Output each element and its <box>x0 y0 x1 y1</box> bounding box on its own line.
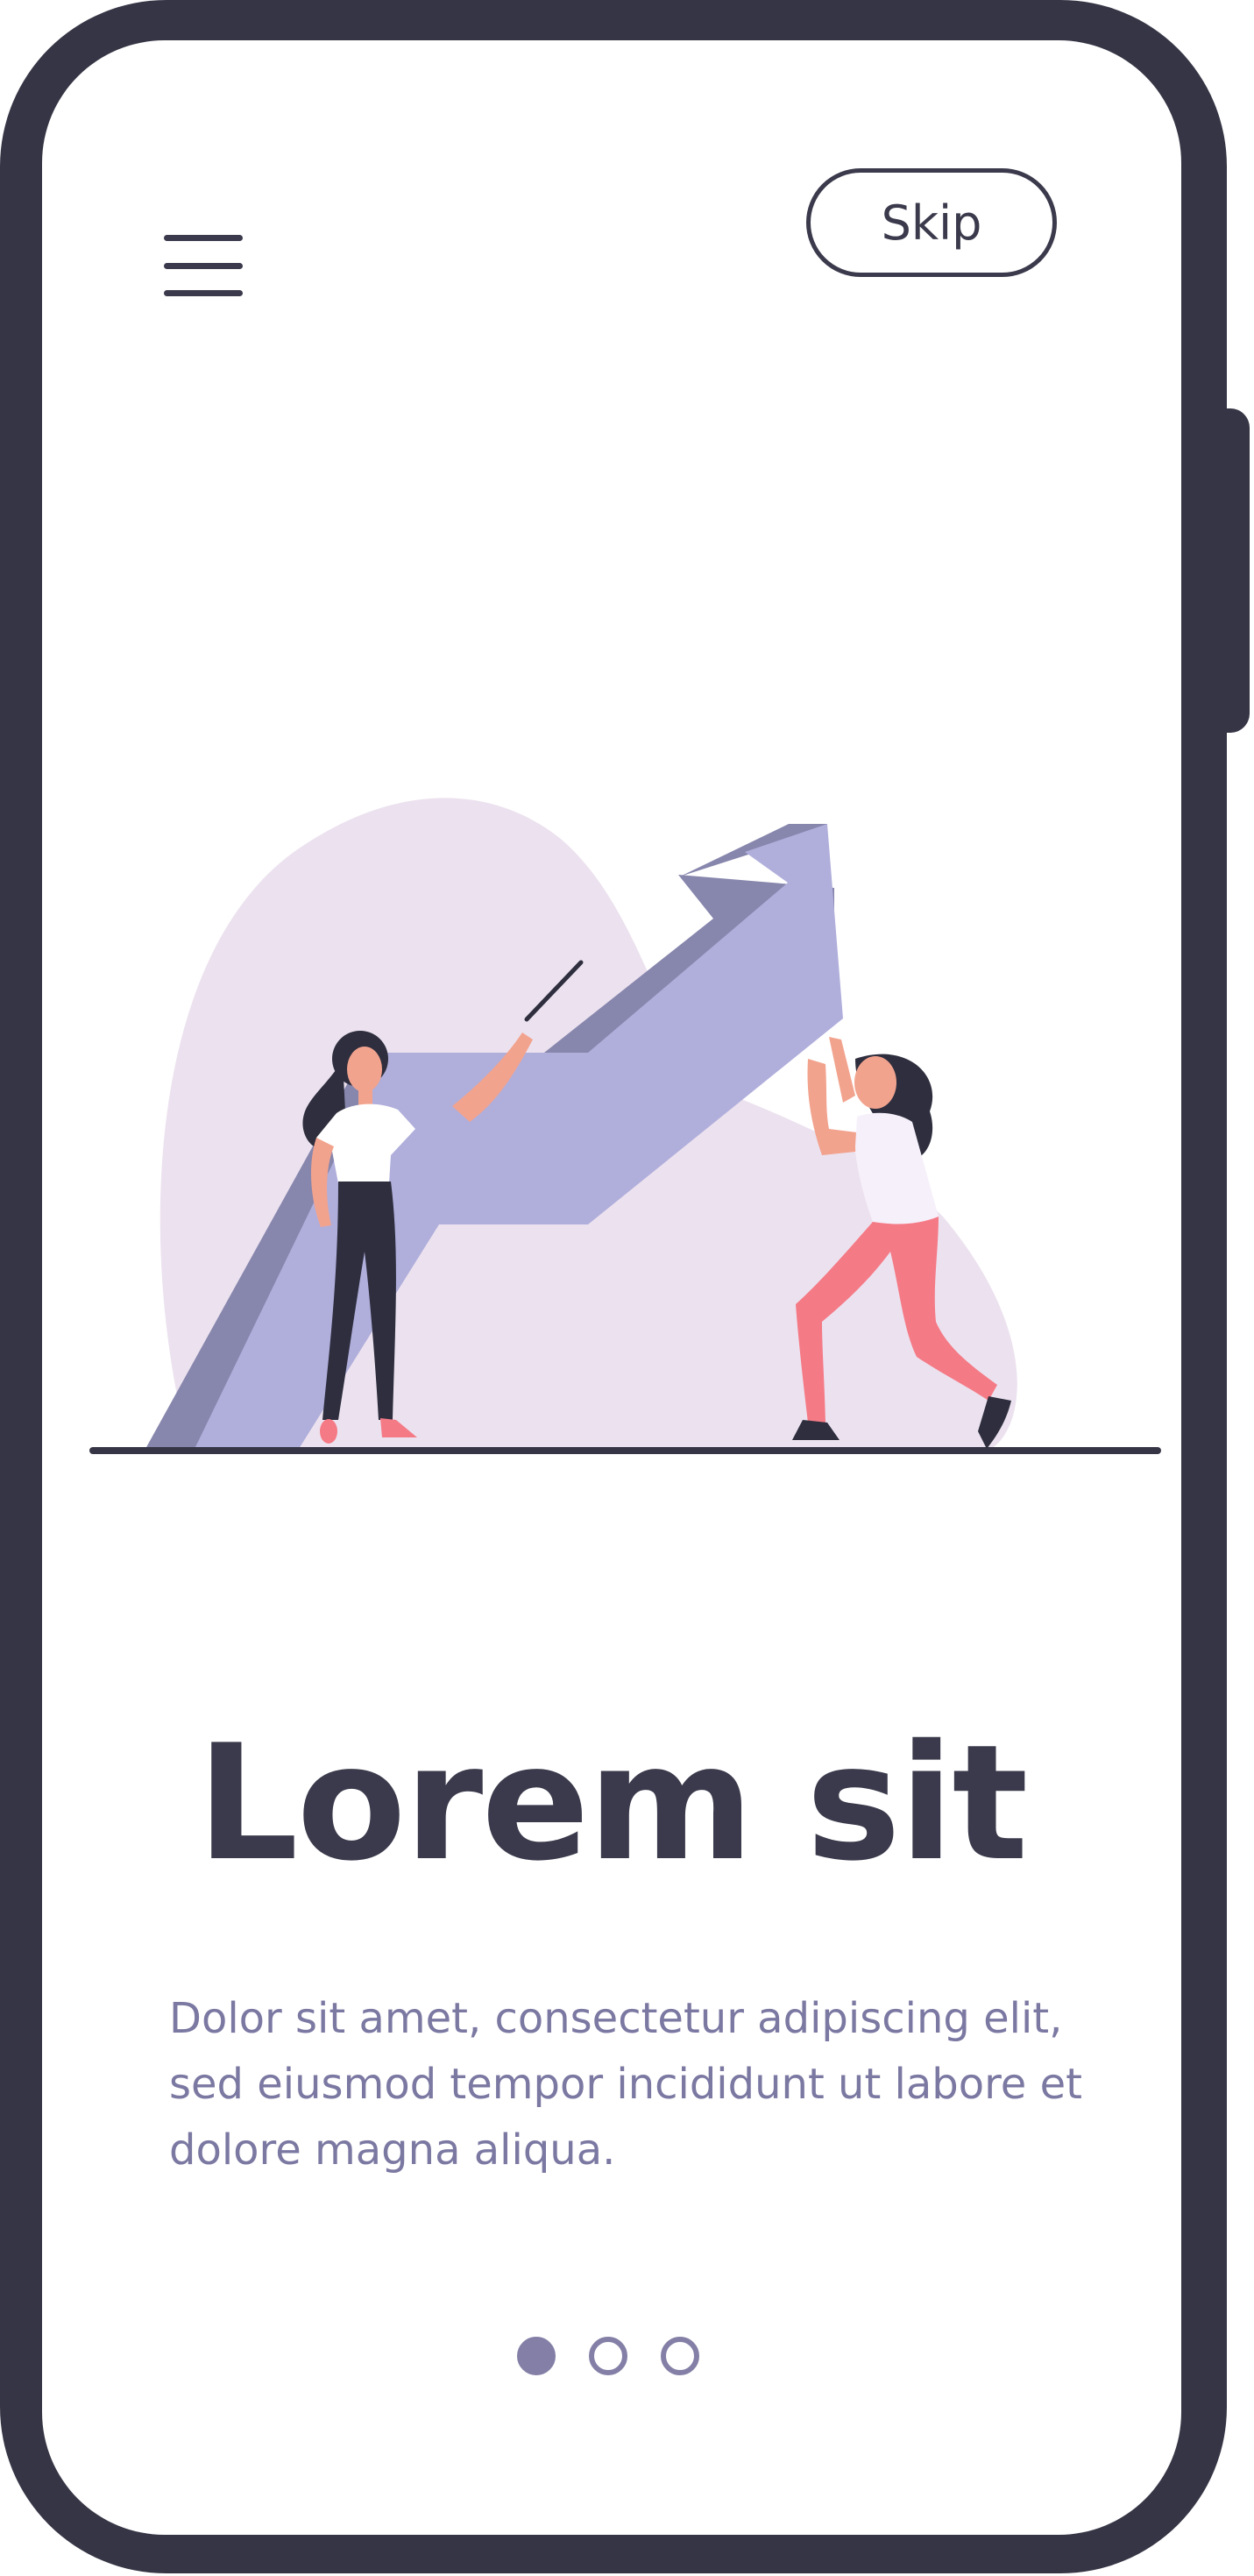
growth-arrow-illustration <box>89 798 1161 1454</box>
phone-side-button <box>1201 408 1250 733</box>
page-title: Lorem sit <box>196 1710 1029 1896</box>
page-dot-1[interactable] <box>517 2337 556 2375</box>
skip-button[interactable]: Skip <box>806 168 1057 277</box>
onboarding-screen: Skip Lorem sit Dolor sit amet, consectet… <box>42 40 1181 2535</box>
page-indicator <box>517 2337 699 2377</box>
page-dot-2[interactable] <box>589 2337 627 2375</box>
menu-button[interactable] <box>159 191 256 296</box>
page-dot-3[interactable] <box>661 2337 699 2375</box>
page-description: Dolor sit amet, consectetur adipiscing e… <box>169 1994 1082 2175</box>
